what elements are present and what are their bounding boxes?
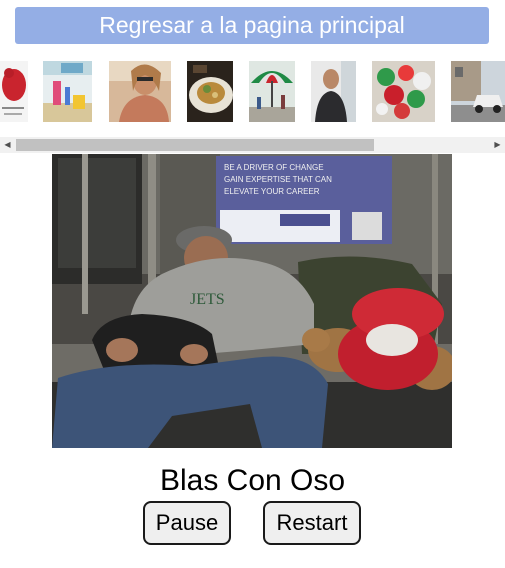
poster-line-1: BE A DRIVER OF CHANGE bbox=[224, 163, 324, 172]
pause-button[interactable]: Pause bbox=[143, 501, 231, 545]
thumbnail-red-bear[interactable] bbox=[0, 61, 28, 122]
poster-line-2: GAIN EXPERTISE THAT CAN bbox=[224, 175, 332, 184]
scroll-thumb[interactable] bbox=[16, 139, 374, 151]
thumbnail-food[interactable] bbox=[187, 61, 233, 122]
thumbnail-strip[interactable] bbox=[0, 55, 505, 135]
thumbnail-decorations[interactable] bbox=[372, 61, 435, 122]
thumbnail-hallway[interactable] bbox=[43, 61, 92, 122]
scroll-right-icon[interactable]: ▶ bbox=[490, 137, 505, 153]
thumbnail-umbrella[interactable] bbox=[249, 61, 295, 122]
home-button[interactable]: Regresar a la pagina principal bbox=[15, 7, 489, 44]
scroll-left-icon[interactable]: ◀ bbox=[0, 137, 15, 153]
main-photo: BE A DRIVER OF CHANGE GAIN EXPERTISE THA… bbox=[52, 154, 452, 448]
slide-caption: Blas Con Oso bbox=[159, 464, 346, 497]
poster-line-3: ELEVATE YOUR CAREER bbox=[224, 187, 320, 196]
slideshow-page: Regresar a la pagina principal ◀ ▶ BE A … bbox=[0, 0, 505, 568]
thumbnail-man[interactable] bbox=[311, 61, 356, 122]
thumbnail-car[interactable] bbox=[451, 61, 505, 122]
svg-text:JETS: JETS bbox=[190, 291, 225, 308]
horizontal-scrollbar[interactable]: ◀ ▶ bbox=[0, 137, 505, 153]
thumbnail-woman[interactable] bbox=[109, 61, 171, 122]
restart-button[interactable]: Restart bbox=[263, 501, 361, 545]
